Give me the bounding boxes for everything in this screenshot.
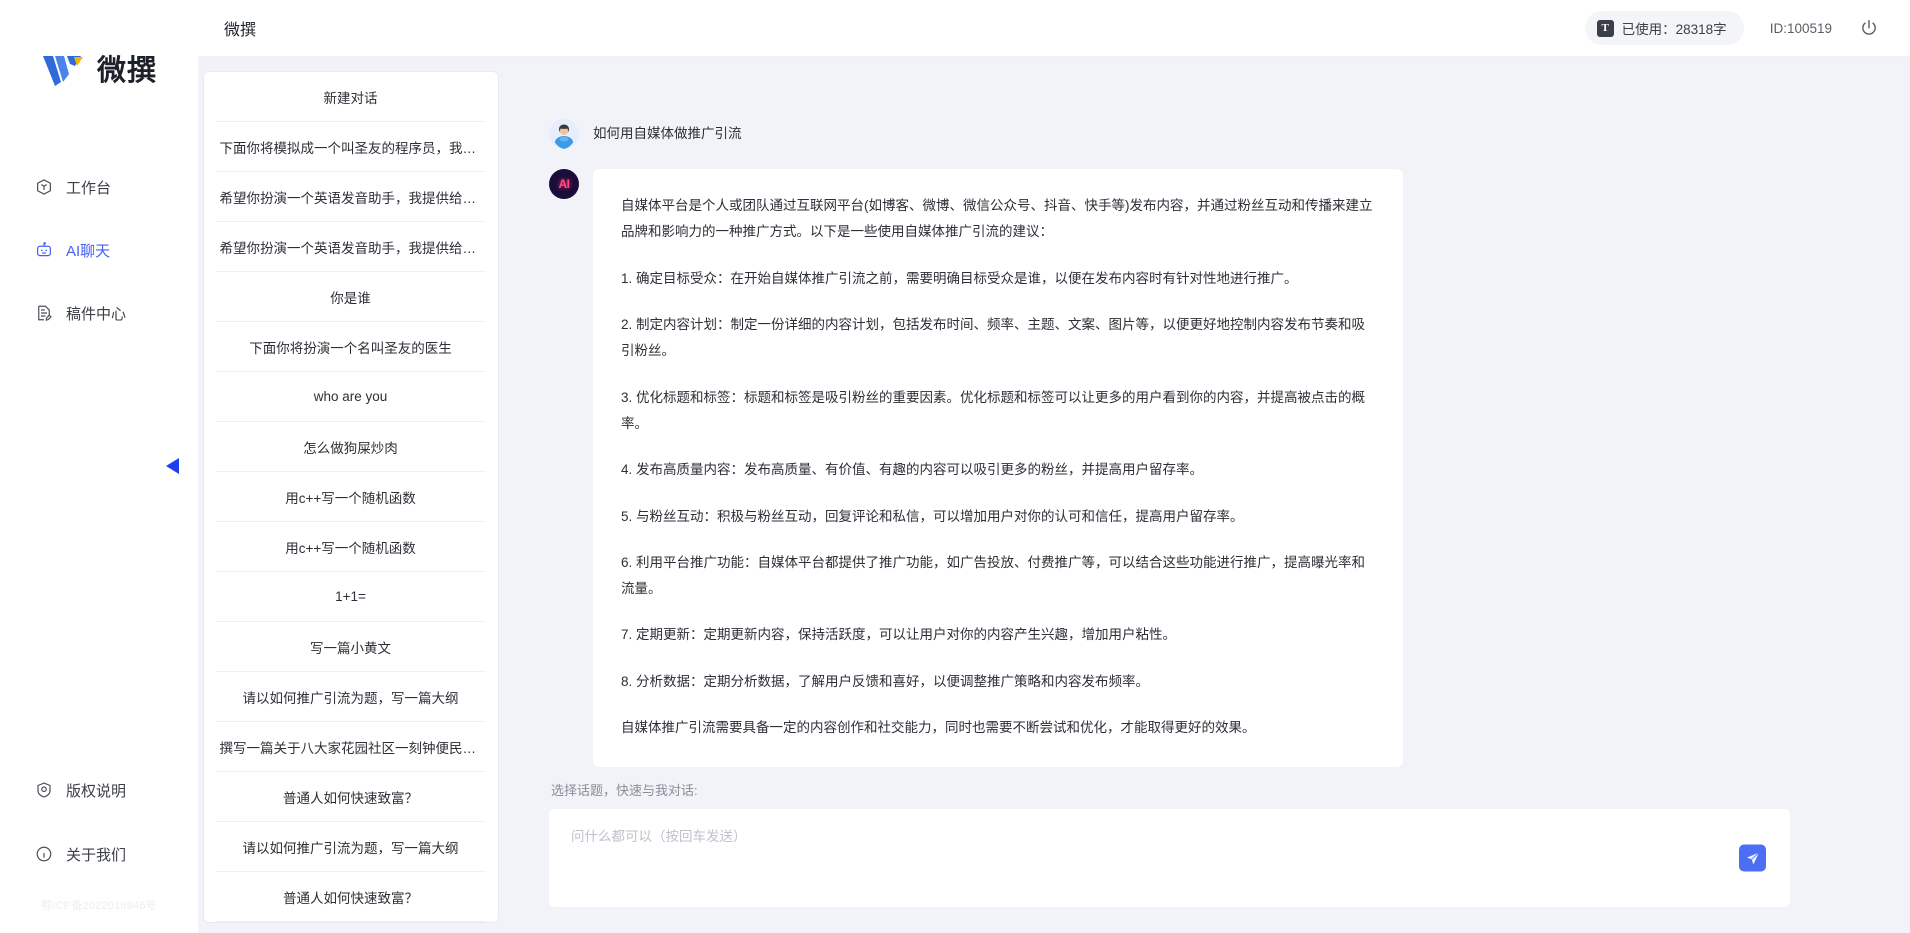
power-icon[interactable] [1858, 17, 1880, 39]
ai-avatar-icon: AI [549, 169, 579, 199]
sidebar-item-label: 稿件中心 [66, 305, 127, 323]
topic-hint: 选择话题，快速与我对话: [551, 783, 698, 798]
icp-record: 鄂ICP备2022016946号 [41, 900, 157, 912]
ai-paragraph: 1. 确定目标受众：在开始自媒体推广引流之前，需要明确目标受众是谁，以便在发布内… [621, 270, 1298, 286]
main-area: 微撰 T 已使用：28318字 ID:100519 新建对话 下面你将模拟成一个… [198, 0, 1910, 933]
topbar-actions: T 已使用：28318字 ID:100519 [1584, 11, 1880, 45]
ai-paragraph: 6. 利用平台推广功能：自媒体平台都提供了推广功能，如广告投放、付费推广等，可以… [621, 554, 1366, 597]
sidebar-item-label: 版权说明 [66, 782, 127, 800]
send-icon [1746, 851, 1759, 864]
user-message-text: 如何用自媒体做推广引流 [593, 126, 742, 141]
ai-chat-icon [34, 241, 53, 260]
page-title: 微撰 [224, 22, 257, 39]
workbench-icon [34, 178, 53, 197]
send-button[interactable] [1739, 844, 1766, 872]
list-item[interactable]: 下面你将扮演一个名叫圣友的医生 [215, 322, 486, 372]
brand-logo[interactable]: 微撰 [0, 0, 198, 104]
ai-paragraph: 8. 分析数据：定期分析数据，了解用户反馈和喜好，以便调整推广策略和内容发布频率… [621, 673, 1150, 689]
ai-paragraph: 7. 定期更新：定期更新内容，保持活跃度，可以让用户对你的内容产生兴趣，增加用户… [621, 627, 1177, 643]
conversation-panel: 新建对话 下面你将模拟成一个叫圣友的程序员，我说... 希望你扮演一个英语发音助… [198, 57, 503, 933]
secondary-nav: 版权说明 关于我们 鄂ICP备2022016946号 [0, 769, 198, 933]
list-item[interactable]: 用c++写一个随机函数 [215, 472, 486, 522]
list-item[interactable]: 怎么做狗屎炒肉 [215, 422, 486, 472]
text-count-icon: T [1596, 19, 1614, 37]
list-item[interactable]: 请以如何推广引流为题，写一篇大纲 [215, 672, 486, 722]
list-item[interactable]: 用c++写一个随机函数 [215, 522, 486, 572]
primary-nav: 工作台 AI聊天 稿件中心 [0, 166, 198, 355]
ai-paragraph: 3. 优化标题和标签：标题和标签是吸引粉丝的重要因素。优化标题和标签可以让更多的… [621, 389, 1366, 431]
w-logo-icon [41, 52, 87, 90]
chevron-left-icon [166, 458, 179, 474]
new-chat-label: 新建对话 [323, 90, 378, 106]
list-item[interactable]: 写一篇小黄文 [215, 622, 486, 672]
ai-paragraph: 4. 发布高质量内容：发布高质量、有价值、有趣的内容可以吸引更多的粉丝，并提高用… [621, 462, 1204, 478]
user-id: ID:100519 [1769, 20, 1832, 36]
sidebar-item-workbench[interactable]: 工作台 [0, 166, 198, 208]
documents-icon [34, 304, 53, 323]
list-item[interactable]: 希望你扮演一个英语发音助手，我提供给你... [215, 172, 486, 222]
user-message-row: 如何用自媒体做推广引流 [503, 119, 1910, 149]
body-area: 新建对话 下面你将模拟成一个叫圣友的程序员，我说... 希望你扮演一个英语发音助… [198, 57, 1910, 933]
ai-paragraph: 2. 制定内容计划：制定一份详细的内容计划，包括发布时间、频率、主题、文案、图片… [621, 316, 1366, 359]
message-input[interactable]: 问什么都可以（按回车发送） [549, 809, 1790, 907]
list-item[interactable]: 希望你扮演一个英语发音助手，我提供给你... [215, 222, 486, 272]
brand-name: 微撰 [96, 54, 157, 87]
shield-icon [34, 781, 53, 800]
ai-paragraph: 自媒体平台是个人或团队通过互联网平台(如博客、微博、微信公众号、抖音、快手等)发… [621, 198, 1373, 240]
ai-paragraph: 5. 与粉丝互动：积极与粉丝互动，回复评论和私信，可以增加用户对你的认可和信任，… [621, 508, 1244, 524]
info-icon [34, 845, 53, 864]
ai-avatar-label: AI [558, 177, 571, 191]
usage-label: 已使用：28318字 [1621, 22, 1727, 37]
chat-messages: 如何用自媒体做推广引流 AI 自媒体平台是个人或团队通过互联网平台(如博客、微博… [503, 57, 1910, 780]
list-item[interactable]: who are you [215, 372, 486, 422]
sidebar-item-label: 工作台 [66, 179, 112, 197]
app-root: 微撰 工作台 AI聊天 稿件中心 版权说明 关于我们 鄂ICP备20220169… [0, 0, 1910, 933]
chat-column: 如何用自媒体做推广引流 AI 自媒体平台是个人或团队通过互联网平台(如博客、微博… [503, 57, 1910, 933]
list-item[interactable]: 请以如何推广引流为题，写一篇大纲 [215, 822, 486, 872]
conversation-list[interactable]: 新建对话 下面你将模拟成一个叫圣友的程序员，我说... 希望你扮演一个英语发音助… [202, 71, 499, 923]
sidebar-item-label: AI聊天 [66, 242, 111, 260]
sidebar-collapse-handle[interactable] [164, 456, 182, 476]
list-item[interactable]: 普通人如何快速致富？ [215, 772, 486, 822]
sidebar-item-documents[interactable]: 稿件中心 [0, 292, 198, 334]
ai-message-row: AI 自媒体平台是个人或团队通过互联网平台(如博客、微博、微信公众号、抖音、快手… [503, 169, 1910, 768]
list-item[interactable]: 撰写一篇关于八大家花园社区一刻钟便民生... [215, 722, 486, 772]
usage-badge[interactable]: T 已使用：28318字 [1584, 11, 1744, 45]
sidebar-item-about[interactable]: 关于我们 [0, 833, 198, 875]
ai-message-bubble: 自媒体平台是个人或团队通过互联网平台(如博客、微博、微信公众号、抖音、快手等)发… [593, 169, 1403, 768]
ai-paragraph: 自媒体推广引流需要具备一定的内容创作和社交能力，同时也需要不断尝试和优化，才能取… [621, 720, 1256, 736]
sidebar-item-copyright[interactable]: 版权说明 [0, 769, 198, 811]
list-item[interactable]: 普通人如何快速致富？ [215, 872, 486, 922]
topbar: 微撰 T 已使用：28318字 ID:100519 [198, 0, 1910, 57]
new-chat-button[interactable]: 新建对话 [215, 72, 486, 122]
message-input-placeholder: 问什么都可以（按回车发送） [571, 829, 747, 844]
list-item[interactable]: 1+1= [215, 572, 486, 622]
list-item[interactable]: 下面你将模拟成一个叫圣友的程序员，我说... [215, 122, 486, 172]
sidebar-item-label: 关于我们 [66, 846, 127, 864]
user-avatar-icon [549, 119, 579, 149]
list-item[interactable]: 你是谁 [215, 272, 486, 322]
composer: 选择话题，快速与我对话: 问什么都可以（按回车发送） [503, 780, 1910, 933]
sidebar-item-ai-chat[interactable]: AI聊天 [0, 229, 198, 271]
